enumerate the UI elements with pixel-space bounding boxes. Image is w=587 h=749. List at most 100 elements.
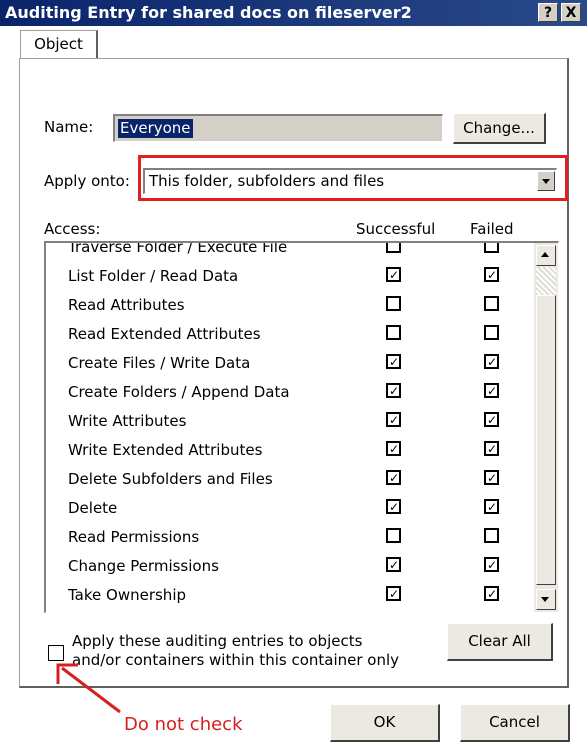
check-icon: ✓ bbox=[389, 558, 400, 572]
permission-label: Change Permissions bbox=[68, 557, 219, 575]
table-row: Traverse Folder / Execute File ✓ ✓ bbox=[46, 241, 534, 264]
failed-checkbox[interactable]: ✓ bbox=[484, 354, 499, 369]
check-icon: ✓ bbox=[487, 471, 498, 485]
permission-label: List Folder / Read Data bbox=[68, 267, 239, 285]
table-row: Change Permissions ✓ ✓ bbox=[46, 554, 534, 583]
failed-checkbox[interactable]: ✓ bbox=[484, 243, 499, 253]
permission-label: Write Extended Attributes bbox=[68, 441, 263, 459]
permission-label: Read Extended Attributes bbox=[68, 325, 261, 343]
failed-checkbox[interactable]: ✓ bbox=[484, 557, 499, 572]
change-button[interactable]: Change... bbox=[453, 113, 546, 144]
check-icon: ✓ bbox=[487, 384, 498, 398]
table-row: Read Extended Attributes ✓ ✓ bbox=[46, 322, 534, 351]
failed-checkbox[interactable]: ✓ bbox=[484, 499, 499, 514]
check-icon: ✓ bbox=[487, 355, 498, 369]
failed-header: Failed bbox=[470, 220, 514, 238]
table-row: Read Attributes ✓ ✓ bbox=[46, 293, 534, 322]
check-icon: ✓ bbox=[389, 384, 400, 398]
successful-checkbox[interactable]: ✓ bbox=[386, 267, 401, 282]
check-icon: ✓ bbox=[487, 587, 498, 601]
check-icon: ✓ bbox=[389, 471, 400, 485]
check-icon: ✓ bbox=[389, 500, 400, 514]
scroll-down-button[interactable] bbox=[536, 589, 556, 610]
arrow-shaft bbox=[61, 666, 121, 714]
failed-checkbox[interactable]: ✓ bbox=[484, 412, 499, 427]
apply-within-checkbox[interactable] bbox=[48, 645, 64, 661]
check-icon: ✓ bbox=[389, 355, 400, 369]
tab-object[interactable]: Object bbox=[20, 30, 98, 59]
apply-onto-select[interactable]: This folder, subfolders and files bbox=[143, 168, 557, 194]
successful-header: Successful bbox=[356, 220, 436, 238]
permission-label: Create Folders / Append Data bbox=[68, 383, 290, 401]
successful-checkbox[interactable]: ✓ bbox=[386, 528, 401, 543]
check-icon: ✓ bbox=[389, 268, 400, 282]
successful-checkbox[interactable]: ✓ bbox=[386, 586, 401, 601]
table-row: Create Files / Write Data ✓ ✓ bbox=[46, 351, 534, 380]
successful-checkbox[interactable]: ✓ bbox=[386, 296, 401, 311]
successful-checkbox[interactable]: ✓ bbox=[386, 383, 401, 398]
check-icon: ✓ bbox=[487, 442, 498, 456]
name-field[interactable]: Everyone bbox=[113, 114, 443, 142]
cancel-button[interactable]: Cancel bbox=[460, 704, 570, 742]
permission-label: Delete bbox=[68, 499, 118, 517]
scroll-up-button[interactable] bbox=[536, 245, 556, 266]
check-icon: ✓ bbox=[487, 413, 498, 427]
failed-checkbox[interactable]: ✓ bbox=[484, 586, 499, 601]
successful-checkbox[interactable]: ✓ bbox=[386, 354, 401, 369]
table-row: Write Attributes ✓ ✓ bbox=[46, 409, 534, 438]
table-row: Delete ✓ ✓ bbox=[46, 496, 534, 525]
access-label: Access: bbox=[44, 220, 101, 238]
table-row: Write Extended Attributes ✓ ✓ bbox=[46, 438, 534, 467]
name-value: Everyone bbox=[118, 119, 193, 138]
annotation-text: Do not check bbox=[124, 714, 243, 735]
dropdown-button[interactable] bbox=[537, 171, 555, 191]
permission-label: Create Files / Write Data bbox=[68, 354, 251, 372]
failed-checkbox[interactable]: ✓ bbox=[484, 267, 499, 282]
check-icon: ✓ bbox=[487, 500, 498, 514]
permission-label: Read Permissions bbox=[68, 528, 200, 546]
successful-checkbox[interactable]: ✓ bbox=[386, 243, 401, 253]
help-icon: ? bbox=[543, 5, 553, 21]
scrollbar[interactable] bbox=[534, 243, 558, 612]
permission-label: Write Attributes bbox=[68, 412, 187, 430]
failed-checkbox[interactable]: ✓ bbox=[484, 528, 499, 543]
table-row: Read Permissions ✓ ✓ bbox=[46, 525, 534, 554]
check-icon: ✓ bbox=[389, 587, 400, 601]
permission-label: Delete Subfolders and Files bbox=[68, 470, 273, 488]
red-arrow-icon bbox=[56, 663, 121, 714]
arrow-head bbox=[56, 663, 78, 684]
apply-onto-value: This folder, subfolders and files bbox=[149, 172, 385, 190]
check-icon: ✓ bbox=[389, 442, 400, 456]
successful-checkbox[interactable]: ✓ bbox=[386, 441, 401, 456]
name-label: Name: bbox=[44, 118, 94, 136]
failed-checkbox[interactable]: ✓ bbox=[484, 383, 499, 398]
help-button[interactable]: ? bbox=[538, 3, 558, 22]
failed-checkbox[interactable]: ✓ bbox=[484, 325, 499, 340]
access-list[interactable]: Traverse Folder / Execute File ✓ ✓ List Fol… bbox=[44, 241, 559, 613]
apply-onto-label: Apply onto: bbox=[44, 172, 130, 190]
permission-label: Take Ownership bbox=[68, 586, 187, 604]
permission-label: Read Attributes bbox=[68, 296, 185, 314]
clear-all-button[interactable]: Clear All bbox=[447, 623, 553, 661]
table-row: Delete Subfolders and Files ✓ ✓ bbox=[46, 467, 534, 496]
failed-checkbox[interactable]: ✓ bbox=[484, 470, 499, 485]
scroll-track[interactable] bbox=[536, 267, 556, 295]
successful-checkbox[interactable]: ✓ bbox=[386, 412, 401, 427]
successful-checkbox[interactable]: ✓ bbox=[386, 557, 401, 572]
ok-button[interactable]: OK bbox=[330, 704, 440, 742]
scroll-thumb[interactable] bbox=[536, 295, 556, 585]
failed-checkbox[interactable]: ✓ bbox=[484, 296, 499, 311]
permission-label: Traverse Folder / Execute File bbox=[68, 241, 288, 256]
title-bar: Auditing Entry for shared docs on filese… bbox=[0, 0, 587, 26]
check-icon: ✓ bbox=[487, 268, 498, 282]
chevron-down-icon bbox=[541, 597, 549, 602]
successful-checkbox[interactable]: ✓ bbox=[386, 470, 401, 485]
chevron-down-icon bbox=[542, 179, 550, 184]
successful-checkbox[interactable]: ✓ bbox=[386, 499, 401, 514]
successful-checkbox[interactable]: ✓ bbox=[386, 325, 401, 340]
apply-within-line1: Apply these auditing entries to objects bbox=[72, 632, 363, 650]
failed-checkbox[interactable]: ✓ bbox=[484, 441, 499, 456]
close-button[interactable]: X bbox=[561, 3, 581, 22]
table-row: Take Ownership ✓ ✓ bbox=[46, 583, 534, 612]
chevron-up-icon bbox=[541, 252, 549, 257]
